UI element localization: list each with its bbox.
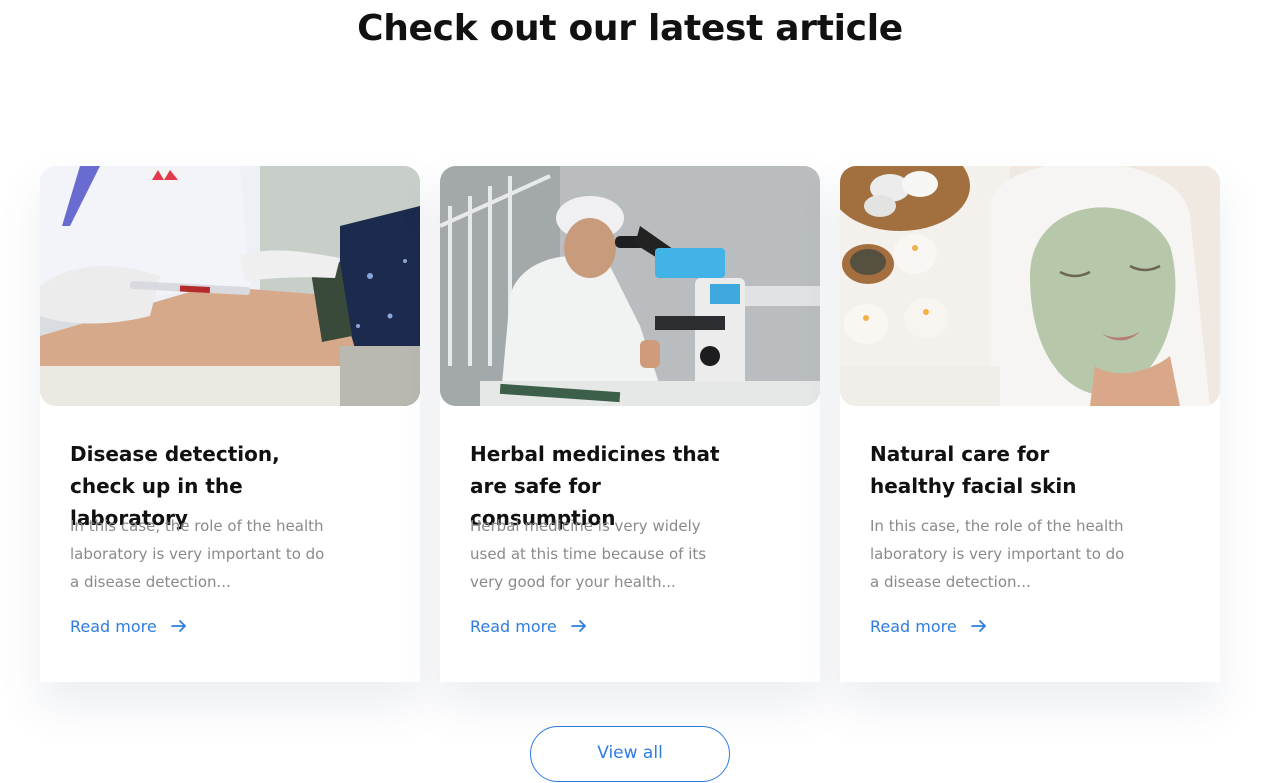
- article-card: Herbal medicines that are safe for consu…: [440, 166, 820, 682]
- articles-grid: Disease detection, check up in the labor…: [40, 166, 1220, 682]
- read-more-label: Read more: [470, 616, 557, 636]
- article-excerpt: In this case, the role of the health lab…: [70, 517, 325, 591]
- arrow-right-icon: [170, 620, 186, 632]
- article-excerpt: Herbal medicine is very widely used at t…: [470, 517, 707, 591]
- article-title[interactable]: Natural care for healthy facial skin: [870, 438, 1140, 502]
- arrow-right-icon: [970, 620, 986, 632]
- article-excerpt: In this case, the role of the health lab…: [870, 517, 1125, 591]
- microscope-scientist-photo: [440, 166, 820, 406]
- read-more-label: Read more: [870, 616, 957, 636]
- article-image-facial-mask[interactable]: [840, 166, 1220, 406]
- article-image-blood-test[interactable]: [40, 166, 420, 406]
- read-more-label: Read more: [70, 616, 157, 636]
- read-more-link[interactable]: Read more: [870, 614, 987, 638]
- section-title: Check out our latest article: [357, 8, 903, 49]
- facial-mask-spa-photo: [840, 166, 1220, 406]
- article-image-microscope[interactable]: [440, 166, 820, 406]
- read-more-link[interactable]: Read more: [70, 614, 187, 638]
- view-all-button[interactable]: View all: [530, 726, 730, 782]
- article-card: Natural care for healthy facial skin In …: [840, 166, 1220, 682]
- article-card: Disease detection, check up in the labor…: [40, 166, 420, 682]
- blood-test-photo: [40, 166, 420, 406]
- arrow-right-icon: [570, 620, 586, 632]
- read-more-link[interactable]: Read more: [470, 614, 587, 638]
